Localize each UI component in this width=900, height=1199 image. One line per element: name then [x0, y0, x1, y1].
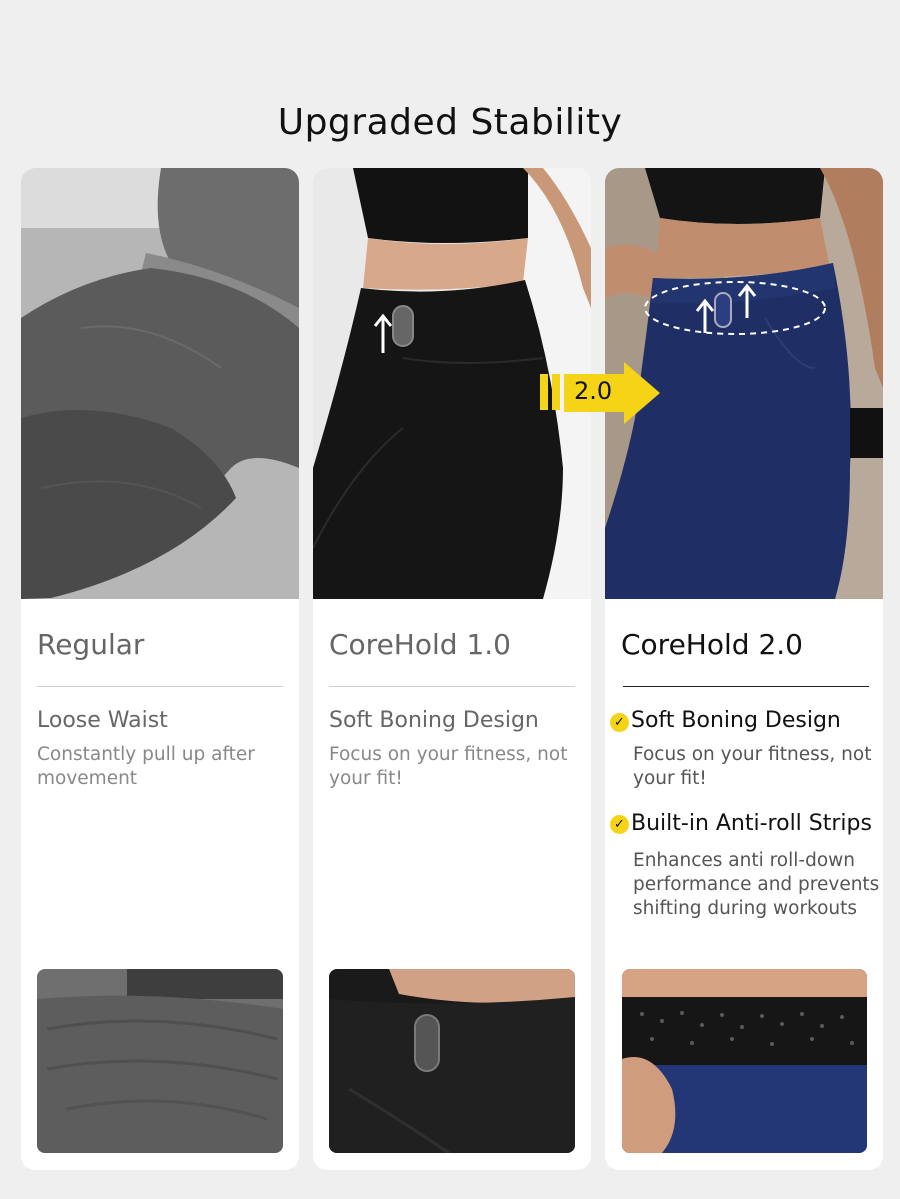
version-label: 2.0: [574, 377, 613, 405]
corehold-2-waistband-closeup: [622, 969, 867, 1153]
feature-description: Focus on your fitness, not your fit!: [329, 744, 568, 789]
check-circle-icon: ✓: [610, 815, 629, 834]
divider: [329, 686, 575, 687]
feature-description: Constantly pull up after movement: [37, 744, 255, 789]
upgrade-arrow-badge: 2.0: [540, 362, 662, 426]
feature-title: Soft Boning Design: [329, 708, 539, 733]
feature-description: Enhances anti roll-down performance and …: [633, 850, 880, 919]
comparison-card-regular: Regular Loose Waist Constantly pull up a…: [21, 168, 299, 1170]
divider: [623, 686, 869, 687]
divider: [37, 686, 283, 687]
feature-title: Loose Waist: [37, 708, 168, 733]
tier-name: Regular: [37, 628, 145, 661]
check-circle-icon: ✓: [610, 713, 629, 732]
comparison-card-corehold-1: CoreHold 1.0 Soft Boning Design Focus on…: [313, 168, 591, 1170]
feature-title: Soft Boning Design: [631, 708, 841, 733]
regular-waistband-closeup: [37, 969, 283, 1153]
page-title: Upgraded Stability: [277, 102, 623, 143]
corehold-1-waistband-closeup: [329, 969, 575, 1153]
comparison-card-corehold-2: CoreHold 2.0 ✓ Soft Boning Design Focus …: [605, 168, 883, 1170]
feature-title: Built-in Anti-roll Strips: [631, 811, 872, 836]
tier-name: CoreHold 2.0: [621, 628, 803, 661]
tier-name: CoreHold 1.0: [329, 628, 511, 661]
feature-description: Focus on your fitness, not your fit!: [633, 744, 872, 789]
regular-leggings-photo: [21, 168, 299, 599]
